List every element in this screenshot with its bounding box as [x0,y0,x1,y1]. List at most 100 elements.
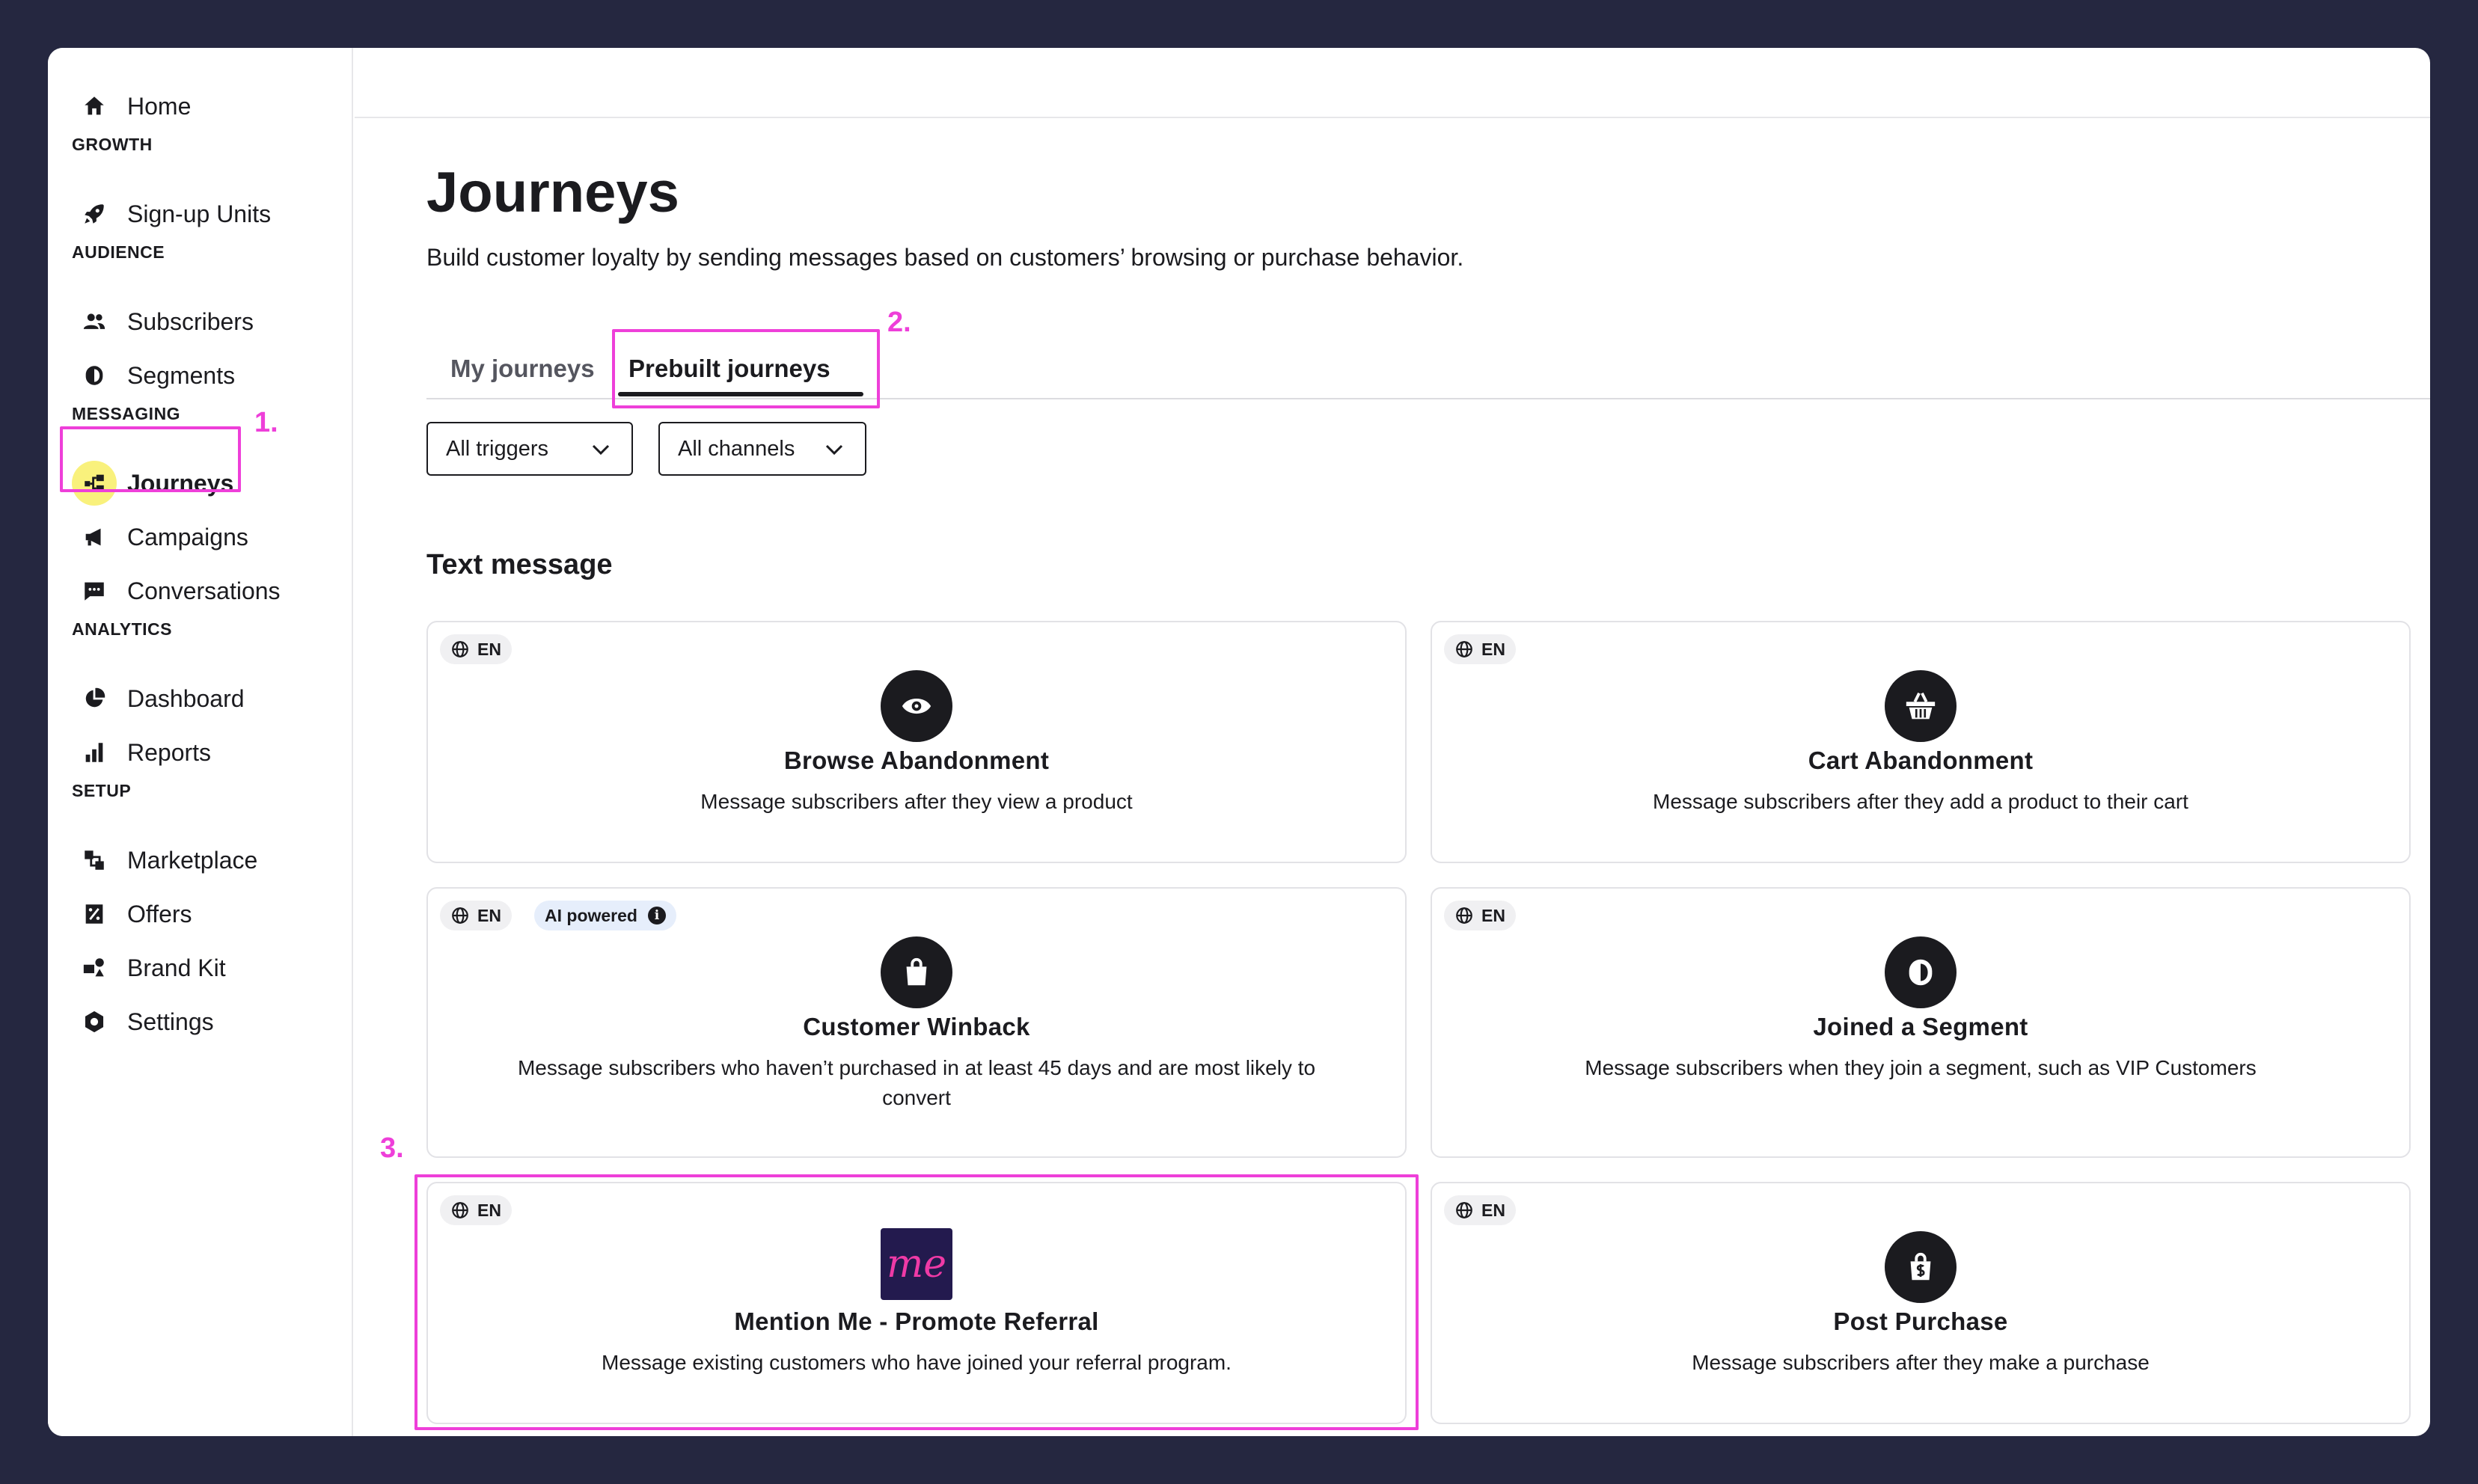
sidebar-item-label: Settings [127,1008,214,1035]
sidebar-item-label: Sign-up Units [127,200,272,227]
globe-icon [1456,641,1472,657]
sidebar-item-home[interactable]: Home [72,81,191,132]
journey-card-customer-winback[interactable]: EN AI powered i Customer Winback Message… [426,887,1407,1158]
sidebar-item-conversations[interactable]: Conversations [72,565,281,616]
trigger-filter-label: All triggers [446,436,548,461]
sidebar-item-label: Marketplace [127,846,258,874]
card-description: Message subscribers who haven’t purchase… [517,1056,1316,1109]
language-badge-label: EN [477,639,501,659]
language-badge: EN [440,1195,512,1225]
sidebar-item-dashboard[interactable]: Dashboard [72,673,245,724]
top-bar [355,48,2430,118]
card-title: Customer Winback [803,1013,1030,1040]
globe-icon [452,641,468,657]
globe-icon [452,907,468,924]
annotation-label-step-1: 1. [254,407,278,438]
language-badge: EN [440,634,512,664]
section-label-setup: SETUP [72,781,132,800]
section-label-growth: GROWTH [72,135,153,154]
language-badge: EN [1444,634,1516,664]
journey-card-browse-abandonment[interactable]: EN Browse Abandonment Message subscriber… [426,621,1407,863]
card-title: Mention Me - Promote Referral [734,1307,1099,1335]
sidebar-item-label: Brand Kit [127,954,226,981]
sidebar-item-label: Offers [127,900,192,927]
basket-icon [1885,670,1957,742]
segment-icon [72,353,117,398]
card-title: Browse Abandonment [783,746,1050,774]
journey-card-post-purchase[interactable]: EN Post Purchase Message subscribers aft… [1431,1182,2411,1424]
sidebar-item-label: Subscribers [127,307,254,335]
main-content: Journeys Build customer loyalty by sendi… [355,48,2430,1436]
sidebar-item-marketplace[interactable]: Marketplace [72,835,257,886]
sidebar-item-reports[interactable]: Reports [72,727,211,778]
sidebar-item-label: Segments [127,361,236,389]
active-tab-indicator [618,392,863,396]
page-title: Journeys [426,161,679,224]
card-description: Message subscribers when they join a seg… [1585,1056,2257,1079]
chevron-down-icon [592,444,610,456]
globe-icon [1456,1202,1472,1218]
shopping-bag-icon [881,936,952,1008]
language-badge: EN [440,901,512,930]
card-title: Joined a Segment [1813,1013,2028,1040]
language-badge: EN [1444,1195,1516,1225]
journey-tabs: My journeys Prebuilt journeys [426,332,2430,399]
gear-icon [72,999,117,1044]
tab-my-journeys[interactable]: My journeys [450,355,595,383]
sidebar-item-settings[interactable]: Settings [72,996,214,1047]
sidebar-item-label: Dashboard [127,684,245,712]
sidebar-item-segments[interactable]: Segments [72,350,235,401]
sidebar-item-journeys[interactable]: Journeys [72,458,233,509]
card-title: Post Purchase [1833,1307,2008,1335]
language-badge-label: EN [477,1200,501,1220]
sidebar-item-label: Conversations [127,577,281,604]
mention-me-logo: me [881,1228,952,1300]
marketplace-icon [72,838,117,883]
card-description: Message existing customers who have join… [602,1351,1232,1374]
language-badge-label: EN [477,905,501,925]
sidebar-item-brand-kit[interactable]: Brand Kit [72,942,226,993]
segment-icon [1885,936,1957,1008]
users-icon [72,299,117,344]
card-description: Message subscribers after they add a pro… [1653,790,2188,813]
pie-chart-icon [72,676,117,721]
ai-powered-badge: AI powered i [534,901,676,930]
sidebar-item-label: Campaigns [127,523,248,551]
eye-icon [881,670,952,742]
language-badge-label: EN [1481,905,1505,925]
annotation-label-step-3: 3. [380,1132,404,1164]
annotation-label-step-2: 2. [887,307,911,338]
trigger-filter-dropdown[interactable]: All triggers [426,422,633,476]
journeys-icon [72,461,117,506]
card-description: Message subscribers after they make a pu… [1692,1351,2150,1374]
info-icon[interactable]: i [647,907,666,925]
page-subtitle: Build customer loyalty by sending messag… [426,244,1464,271]
bar-chart-icon [72,730,117,775]
sidebar-item-subscribers[interactable]: Subscribers [72,296,254,347]
section-label-audience: AUDIENCE [72,242,165,262]
journey-card-cart-abandonment[interactable]: EN Cart Abandonment Message subscribers … [1431,621,2411,863]
section-title-text-message: Text message [426,549,613,580]
journey-card-joined-a-segment[interactable]: EN Joined a Segment Message subscribers … [1431,887,2411,1158]
ai-powered-label: AI powered [545,905,637,925]
sidebar-item-offers[interactable]: Offers [72,889,192,939]
sidebar-item-signup-units[interactable]: Sign-up Units [72,188,271,239]
channel-filter-label: All channels [678,436,795,461]
app-window: Home GROWTH Sign-up Units AUDIENCE Subsc… [48,48,2430,1436]
section-label-analytics: ANALYTICS [72,619,172,639]
language-badge-label: EN [1481,639,1505,659]
dollar-bag-icon [1885,1231,1957,1303]
journey-card-mention-me[interactable]: EN me Mention Me - Promote Referral Mess… [426,1182,1407,1424]
globe-icon [1456,907,1472,924]
sidebar-item-campaigns[interactable]: Campaigns [72,512,248,562]
channel-filter-dropdown[interactable]: All channels [658,422,866,476]
sidebar-item-label: Journeys [127,469,234,497]
language-badge: EN [1444,901,1516,930]
globe-icon [452,1202,468,1218]
home-icon [72,84,117,129]
tab-prebuilt-journeys[interactable]: Prebuilt journeys [628,355,830,383]
sidebar: Home GROWTH Sign-up Units AUDIENCE Subsc… [48,48,353,1436]
percent-icon [72,892,117,936]
card-title: Cart Abandonment [1808,746,2034,774]
rocket-icon [72,191,117,236]
